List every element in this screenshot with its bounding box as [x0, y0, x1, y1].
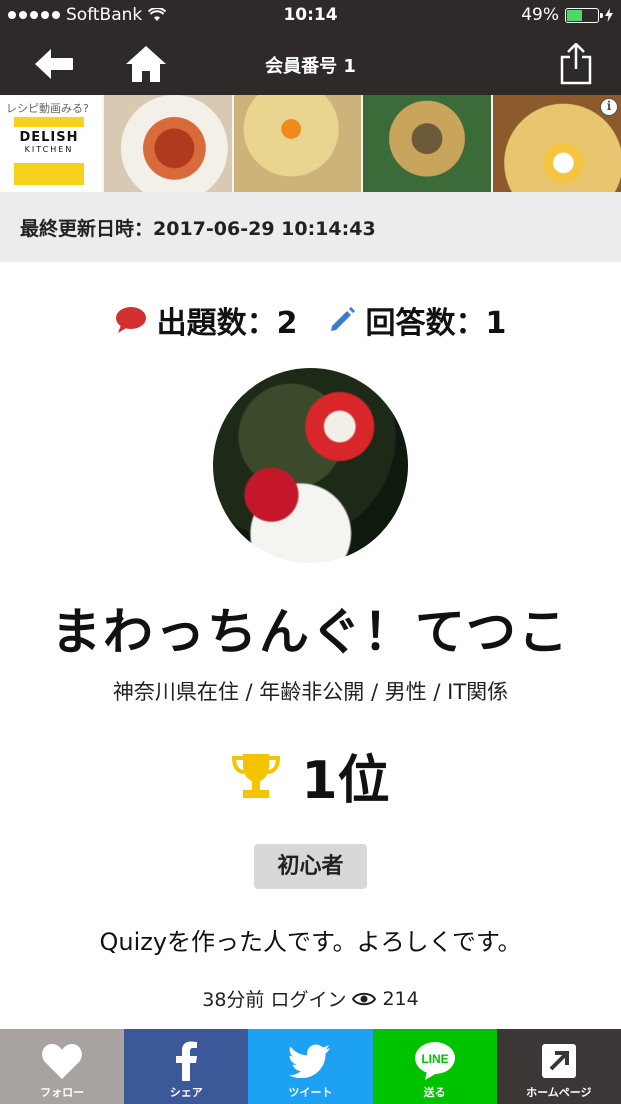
delish-kitchen-logo: DELISH KITCHEN: [14, 117, 84, 185]
charging-icon: [605, 8, 613, 22]
comment-icon: [115, 307, 146, 333]
user-intro: Quizyを作った人です。よろしくです。: [99, 928, 522, 956]
question-count-label: 出題数：2: [156, 306, 298, 341]
last-updated-bar: 最終更新日時：2017-06-29 10:14:43: [0, 192, 621, 262]
share-button[interactable]: [554, 42, 598, 86]
follow-button[interactable]: フォロー: [0, 1029, 125, 1104]
question-count: 出題数：2: [115, 298, 298, 342]
line-icon: LINE: [414, 1042, 455, 1080]
login-info: 38分前 ログイン 214: [0, 985, 621, 1012]
view-count: 214: [382, 987, 419, 1010]
status-badge: 初心者: [254, 844, 367, 889]
pencil-icon: [330, 307, 355, 331]
answer-count: 回答数：1: [328, 298, 507, 342]
line-icon-text: LINE: [421, 1052, 448, 1066]
facebook-share-button[interactable]: シェア: [124, 1029, 249, 1104]
user-name: まわっちんぐ！てつこ: [51, 603, 570, 661]
eye-icon: [352, 992, 377, 1005]
share-label: シェア: [169, 1086, 203, 1099]
last-login: 38分前 ログイン: [202, 989, 347, 1011]
bottom-action-bar: フォロー シェア ツイート LINE 送る ホームページ: [0, 1029, 621, 1104]
ad-question: レシピ動画みる?: [6, 102, 89, 115]
nav-bar: 会員番号 1: [0, 32, 621, 95]
tweet-label: ツイート: [288, 1086, 333, 1099]
battery-icon: [565, 7, 603, 23]
page-title: 会員番号 1: [265, 56, 356, 77]
ad-food-image[interactable]: [103, 95, 232, 192]
twitter-icon: [289, 1044, 331, 1078]
battery-percent: 49%: [521, 5, 559, 25]
counts-row: 出題数：2 回答数：1: [0, 298, 621, 342]
logo-line2: KITCHEN: [24, 145, 74, 154]
share-icon: [560, 43, 592, 85]
ad-brand[interactable]: レシピ動画みる? DELISH KITCHEN: [0, 95, 102, 192]
send-label: 送る: [423, 1086, 446, 1099]
logo-line1: DELISH: [19, 130, 79, 145]
avatar: [213, 368, 408, 563]
rank-row: 1位: [0, 738, 621, 813]
user-details: 神奈川県在住 / 年齢非公開 / 男性 / IT関係: [112, 680, 509, 704]
homepage-button[interactable]: ホームページ: [496, 1029, 621, 1104]
external-link-icon: [541, 1044, 576, 1078]
heart-icon: [42, 1044, 82, 1079]
answer-count-label: 回答数：1: [365, 306, 507, 341]
trophy-icon: [232, 753, 281, 798]
ad-food-image[interactable]: [363, 95, 492, 192]
tweet-button[interactable]: ツイート: [248, 1029, 373, 1104]
rank-label: 1位: [301, 751, 390, 811]
line-send-button[interactable]: LINE 送る: [372, 1029, 497, 1104]
ad-food-image[interactable]: [233, 95, 362, 192]
status-bar: SoftBank 10:14 49%: [0, 0, 621, 32]
follow-label: フォロー: [40, 1086, 85, 1099]
homepage-label: ホームページ: [526, 1086, 592, 1099]
ad-info-icon[interactable]: i: [600, 98, 618, 116]
ad-banner[interactable]: レシピ動画みる? DELISH KITCHEN i: [0, 95, 621, 192]
facebook-icon: [176, 1041, 198, 1081]
last-updated-text: 最終更新日時：2017-06-29 10:14:43: [20, 218, 376, 240]
